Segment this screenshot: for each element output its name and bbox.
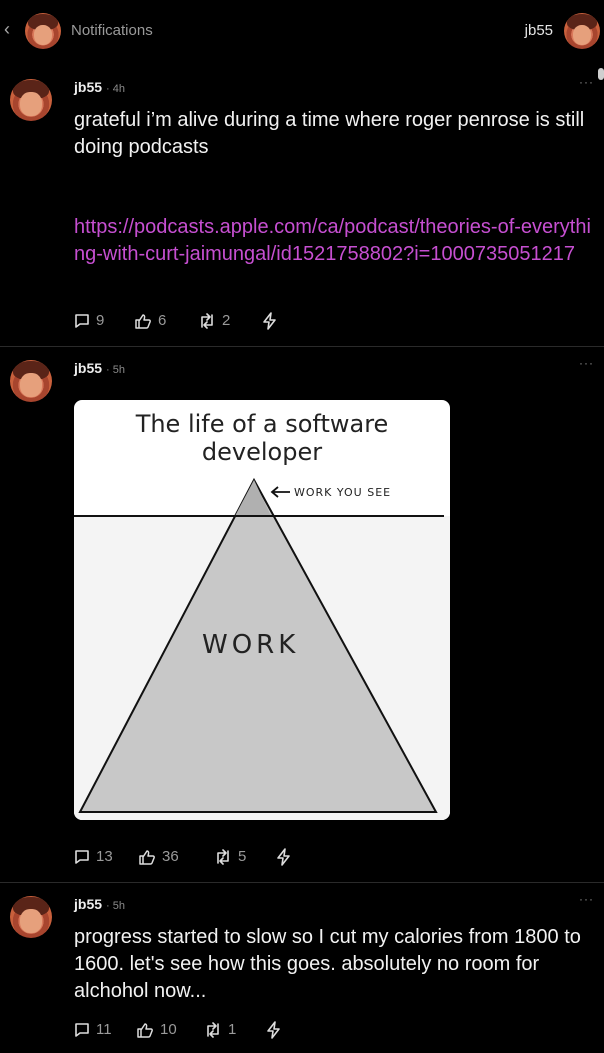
reply-button[interactable]: 9 <box>74 312 104 329</box>
author-name[interactable]: jb55 <box>74 360 102 376</box>
post-link[interactable]: https://podcasts.apple.com/ca/podcast/th… <box>74 214 596 268</box>
lightning-icon <box>263 312 276 330</box>
repost-count: 2 <box>222 312 231 329</box>
like-icon <box>137 1022 153 1038</box>
repost-count: 1 <box>228 1021 237 1038</box>
header-username[interactable]: jb55 <box>525 22 553 39</box>
reply-button[interactable]: 13 <box>74 848 113 865</box>
repost-icon <box>217 848 229 865</box>
header-avatar[interactable] <box>25 13 61 49</box>
image-label-small: WORK YOU SEE <box>294 486 392 499</box>
zap-button[interactable] <box>276 848 292 866</box>
repost-count: 5 <box>238 848 247 865</box>
post[interactable]: jb55 · 5h ··· progress started to slow so… <box>0 892 604 1053</box>
like-icon <box>135 313 151 329</box>
repost-icon <box>201 312 213 329</box>
lightning-icon <box>277 848 290 866</box>
image-caption: The life of a software developer <box>135 410 389 466</box>
divider <box>0 882 604 883</box>
post-time: · 5h <box>106 900 125 912</box>
comment-icon <box>75 313 89 328</box>
profile-avatar[interactable] <box>564 13 600 49</box>
repost-icon <box>207 1021 219 1038</box>
lightning-icon <box>267 1021 280 1039</box>
avatar[interactable] <box>10 896 52 938</box>
avatar[interactable] <box>10 79 52 121</box>
repost-button[interactable]: 2 <box>198 312 230 329</box>
like-button[interactable]: 10 <box>136 1021 177 1038</box>
zap-button[interactable] <box>262 312 278 330</box>
repost-button[interactable]: 1 <box>204 1021 236 1038</box>
image-label-big: WORK <box>202 630 300 660</box>
reply-count: 13 <box>96 848 113 865</box>
like-count: 36 <box>162 848 179 865</box>
like-count: 6 <box>158 312 167 329</box>
comment-icon <box>75 849 89 864</box>
more-options-button[interactable]: ··· <box>579 892 594 906</box>
page-title: Notifications <box>71 22 153 39</box>
like-button[interactable]: 6 <box>134 312 166 329</box>
like-count: 10 <box>160 1021 177 1038</box>
post[interactable]: jb55 · 4h ··· grateful i’m alive during a… <box>0 75 604 347</box>
comment-icon <box>75 1022 89 1037</box>
repost-button[interactable]: 5 <box>214 848 246 865</box>
post-text: grateful i’m alive during a time where r… <box>74 109 585 158</box>
reply-count: 11 <box>96 1021 112 1038</box>
author-name[interactable]: jb55 <box>74 896 102 912</box>
post-image[interactable]: The life of a software developer WORK YO… <box>74 400 450 820</box>
author-name[interactable]: jb55 <box>74 79 102 95</box>
post-time: · 4h <box>106 83 125 95</box>
post-text: progress started to slow so I cut my cal… <box>74 926 581 1002</box>
zap-button[interactable] <box>266 1021 282 1039</box>
post-time: · 5h <box>106 364 125 376</box>
reply-button[interactable]: 11 <box>74 1021 112 1038</box>
avatar[interactable] <box>10 360 52 402</box>
like-button[interactable]: 36 <box>138 848 179 865</box>
back-button[interactable]: ‹ <box>4 19 10 40</box>
more-options-button[interactable]: ··· <box>579 356 594 370</box>
like-icon <box>139 849 155 865</box>
reply-count: 9 <box>96 312 105 329</box>
more-options-button[interactable]: ··· <box>579 75 594 89</box>
divider <box>0 346 604 347</box>
chevron-left-icon: ‹ <box>4 19 10 39</box>
